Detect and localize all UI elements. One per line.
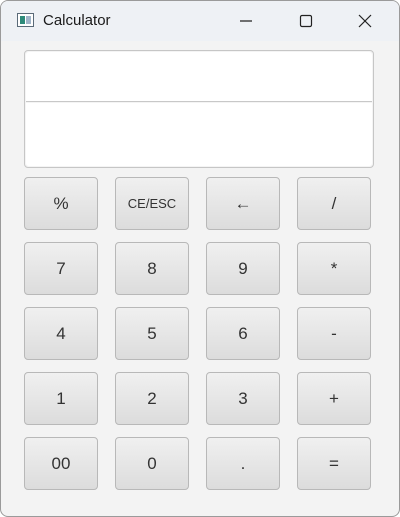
digit-3-button[interactable]: 3 bbox=[206, 372, 280, 425]
digit-9-button[interactable]: 9 bbox=[206, 242, 280, 295]
clear-entry-button[interactable]: CE/ESC bbox=[115, 177, 189, 230]
decimal-point-button[interactable]: . bbox=[206, 437, 280, 490]
percent-button[interactable]: % bbox=[24, 177, 98, 230]
calculator-display bbox=[24, 50, 374, 168]
digit-4-button[interactable]: 4 bbox=[24, 307, 98, 360]
double-zero-button[interactable]: 00 bbox=[24, 437, 98, 490]
calculator-app-icon bbox=[17, 13, 34, 27]
window-title: Calculator bbox=[43, 12, 111, 29]
expression-field[interactable] bbox=[26, 52, 372, 102]
close-button[interactable] bbox=[342, 1, 388, 41]
digit-6-button[interactable]: 6 bbox=[206, 307, 280, 360]
divide-button[interactable]: / bbox=[297, 177, 371, 230]
digit-1-button[interactable]: 1 bbox=[24, 372, 98, 425]
add-button[interactable]: + bbox=[297, 372, 371, 425]
close-icon bbox=[358, 14, 372, 28]
minimize-button[interactable] bbox=[223, 1, 269, 41]
equals-button[interactable]: = bbox=[297, 437, 371, 490]
calculator-window: Calculator % CE/ESC ← / 7 8 9 * 4 5 6 - … bbox=[0, 0, 400, 517]
maximize-button[interactable] bbox=[283, 1, 329, 41]
minimize-icon bbox=[240, 20, 252, 22]
digit-2-button[interactable]: 2 bbox=[115, 372, 189, 425]
digit-8-button[interactable]: 8 bbox=[115, 242, 189, 295]
backspace-button[interactable]: ← bbox=[206, 177, 280, 230]
subtract-button[interactable]: - bbox=[297, 307, 371, 360]
digit-0-button[interactable]: 0 bbox=[115, 437, 189, 490]
digit-5-button[interactable]: 5 bbox=[115, 307, 189, 360]
title-bar[interactable]: Calculator bbox=[1, 1, 399, 41]
multiply-button[interactable]: * bbox=[297, 242, 371, 295]
result-field[interactable] bbox=[26, 103, 372, 166]
maximize-icon bbox=[299, 14, 313, 28]
keypad: % CE/ESC ← / 7 8 9 * 4 5 6 - 1 2 3 + 00 … bbox=[24, 177, 371, 490]
digit-7-button[interactable]: 7 bbox=[24, 242, 98, 295]
